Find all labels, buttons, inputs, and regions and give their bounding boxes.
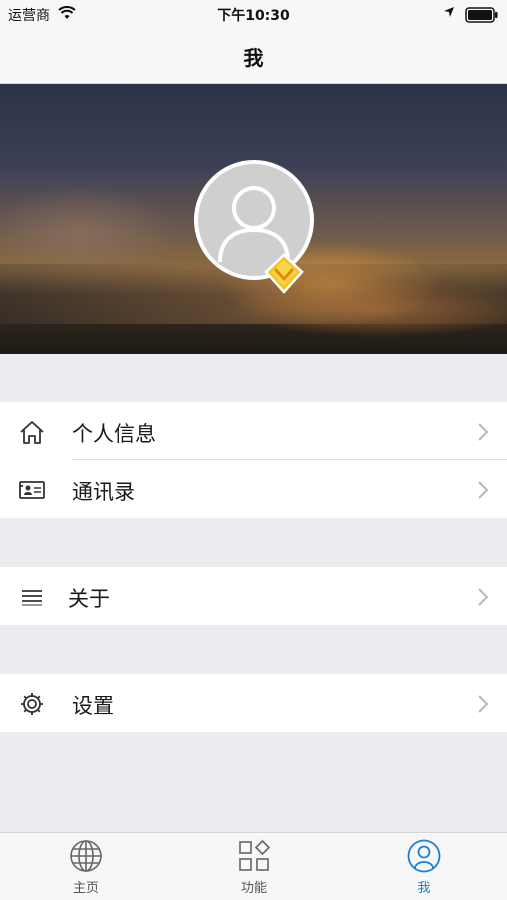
battery-icon bbox=[465, 7, 498, 23]
contacts-card-icon bbox=[19, 481, 45, 499]
gear-icon bbox=[21, 693, 43, 715]
chevron-right-icon bbox=[478, 695, 489, 713]
menu-item-label: 通讯录 bbox=[72, 480, 135, 504]
location-arrow-icon bbox=[444, 7, 454, 17]
vip-badge-icon bbox=[264, 253, 304, 294]
page-title: 我 bbox=[243, 46, 264, 70]
home-icon bbox=[20, 421, 44, 444]
menu-group-account: 个人信息 通讯录 bbox=[0, 402, 507, 518]
status-bar: 运营商 下午10:30 bbox=[0, 0, 507, 28]
chevron-right-icon bbox=[478, 423, 489, 441]
menu-item-settings[interactable]: 设置 bbox=[0, 674, 507, 732]
tab-bar: 主页 功能 我 bbox=[0, 832, 507, 900]
clock: 下午10:30 bbox=[217, 8, 290, 24]
globe-icon bbox=[70, 840, 102, 872]
tab-label: 功能 bbox=[240, 881, 267, 896]
chevron-right-icon bbox=[478, 481, 489, 499]
tab-me[interactable]: 我 bbox=[384, 839, 464, 899]
person-circle-icon bbox=[407, 839, 441, 873]
tab-home[interactable]: 主页 bbox=[46, 839, 126, 899]
menu-item-personal-info[interactable]: 个人信息 bbox=[0, 402, 507, 460]
menu-group-about: 关于 bbox=[0, 567, 507, 625]
menu-lines-icon bbox=[22, 590, 42, 606]
profile-screen: 运营商 下午10:30 我 个人信息 通讯录 关于 设置 主页 功能 我 bbox=[0, 0, 507, 900]
tab-label: 主页 bbox=[72, 881, 99, 896]
menu-item-label: 关于 bbox=[68, 587, 110, 611]
tab-functions[interactable]: 功能 bbox=[214, 839, 294, 899]
tab-label: 我 bbox=[417, 881, 431, 896]
menu-item-about[interactable]: 关于 bbox=[0, 567, 507, 625]
navigation-bar: 我 bbox=[0, 28, 507, 84]
menu-item-contacts[interactable]: 通讯录 bbox=[0, 460, 507, 518]
menu-item-label: 个人信息 bbox=[72, 422, 156, 446]
chevron-right-icon bbox=[478, 588, 489, 606]
menu-item-label: 设置 bbox=[72, 694, 114, 718]
grid-shapes-icon bbox=[239, 839, 271, 871]
menu-group-settings: 设置 bbox=[0, 674, 507, 732]
